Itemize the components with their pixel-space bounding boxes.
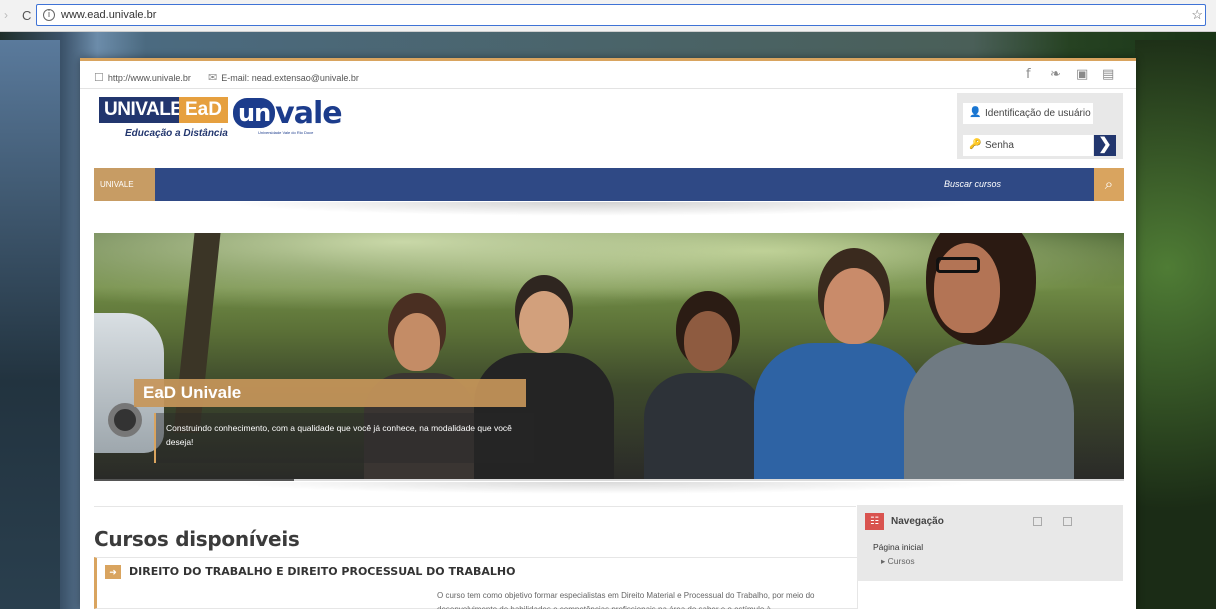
background-right	[1135, 40, 1216, 609]
username-placeholder: Identificação de usuário	[985, 108, 1091, 119]
hero-person-4-head	[824, 268, 884, 344]
info-icon[interactable]: i	[43, 9, 55, 21]
hero-person-4	[754, 343, 924, 479]
facebook-icon[interactable]: f	[1026, 67, 1031, 82]
enter-icon: ➜	[105, 565, 121, 579]
sitemap-icon: ☷	[865, 513, 884, 530]
hero-shadow	[220, 482, 980, 494]
logo-vale-text: vale	[275, 96, 342, 131]
hero-person-1-head	[394, 313, 440, 371]
password-placeholder: Senha	[985, 140, 1014, 151]
courses-heading: Cursos disponíveis	[94, 527, 300, 551]
carousel-progress-fill	[94, 479, 294, 481]
nav-courses-label[interactable]: Cursos	[888, 556, 915, 566]
page: ☐ http://www.univale.br ✉ E-mail: nead.e…	[80, 58, 1136, 609]
search-icon[interactable]: ⌕	[1094, 168, 1124, 201]
hero-carousel[interactable]: EaD Univale Construindo conhecimento, co…	[94, 233, 1124, 479]
bookmark-icon: ☐	[94, 72, 104, 84]
bookmark-star-icon[interactable]: ☆	[1191, 7, 1203, 23]
navigation-block: ☷ Navegação Página inicial ▸ Cursos	[857, 505, 1123, 581]
block-dock-icon[interactable]	[1063, 517, 1072, 526]
hero-person-2-head	[519, 291, 569, 353]
twitter-icon[interactable]: ❧	[1050, 67, 1061, 82]
hero-person-5	[904, 343, 1074, 479]
course-item[interactable]: ➜ DIREITO DO TRABALHO E DIREITO PROCESSU…	[94, 557, 858, 609]
univale-ead-logo[interactable]: UNIVALE EaD	[99, 97, 228, 125]
hero-person-3	[644, 373, 764, 479]
logo-univale-text: UNIVALE	[99, 97, 188, 123]
website-link[interactable]: ☐ http://www.univale.br	[94, 71, 191, 84]
navigation-title: Navegação	[891, 516, 944, 527]
top-info-bar: ☐ http://www.univale.br ✉ E-mail: nead.e…	[80, 61, 1136, 89]
univale-brand-logo[interactable]: un vale	[233, 96, 343, 131]
username-field[interactable]: 👤 Identificação de usuário	[963, 103, 1093, 124]
youtube-icon[interactable]: ▤	[1102, 67, 1114, 82]
hero-car-wheel	[108, 403, 142, 437]
browser-toolbar: › C i www.ead.univale.br ☆	[0, 0, 1216, 32]
navbar-shadow	[220, 202, 980, 216]
carousel-progress	[94, 479, 1124, 481]
divider	[94, 506, 856, 507]
instagram-icon[interactable]: ▣	[1076, 67, 1088, 82]
address-url[interactable]: www.ead.univale.br	[61, 9, 156, 21]
course-title[interactable]: DIREITO DO TRABALHO E DIREITO PROCESSUAL…	[129, 565, 515, 578]
main-navbar: UNIVALE Buscar cursos ⌕	[94, 168, 1124, 201]
logo-un-text: un	[233, 98, 276, 128]
background-left	[0, 40, 60, 609]
email-link[interactable]: ✉ E-mail: nead.extensao@univale.br	[208, 71, 359, 84]
user-icon: 👤	[969, 107, 982, 118]
password-field[interactable]: 🔑 Senha	[963, 135, 1093, 156]
forward-icon[interactable]: ›	[4, 8, 8, 22]
key-icon: 🔑	[969, 139, 982, 150]
logo-brand-subtitle: Universidade Vale do Rio Doce	[258, 130, 314, 135]
logo-subtitle: Educação a Distância	[125, 128, 228, 139]
login-form: 👤 Identificação de usuário 🔑 Senha ❯	[957, 93, 1123, 159]
website-text[interactable]: http://www.univale.br	[108, 73, 191, 83]
email-text[interactable]: E-mail: nead.extensao@univale.br	[221, 73, 359, 83]
hero-glasses	[936, 257, 980, 273]
nav-courses-link[interactable]: ▸ Cursos	[881, 556, 915, 567]
login-submit-button[interactable]: ❯	[1094, 135, 1116, 156]
envelope-icon: ✉	[208, 72, 218, 84]
nav-home-univale[interactable]: UNIVALE	[94, 168, 155, 201]
block-collapse-icon[interactable]	[1033, 517, 1042, 526]
nav-home-link[interactable]: Página inicial	[873, 542, 923, 552]
hero-title: EaD Univale	[134, 379, 526, 407]
address-bar[interactable]: i www.ead.univale.br ☆	[36, 4, 1206, 26]
course-description: O curso tem como objetivo formar especia…	[437, 591, 815, 609]
hero-person-3-head	[684, 311, 732, 371]
search-courses-input[interactable]: Buscar cursos	[944, 179, 1001, 189]
reload-icon[interactable]: C	[22, 8, 31, 23]
logo-ead-text: EaD	[179, 97, 228, 123]
hero-text: Construindo conhecimento, com a qualidad…	[154, 413, 534, 463]
